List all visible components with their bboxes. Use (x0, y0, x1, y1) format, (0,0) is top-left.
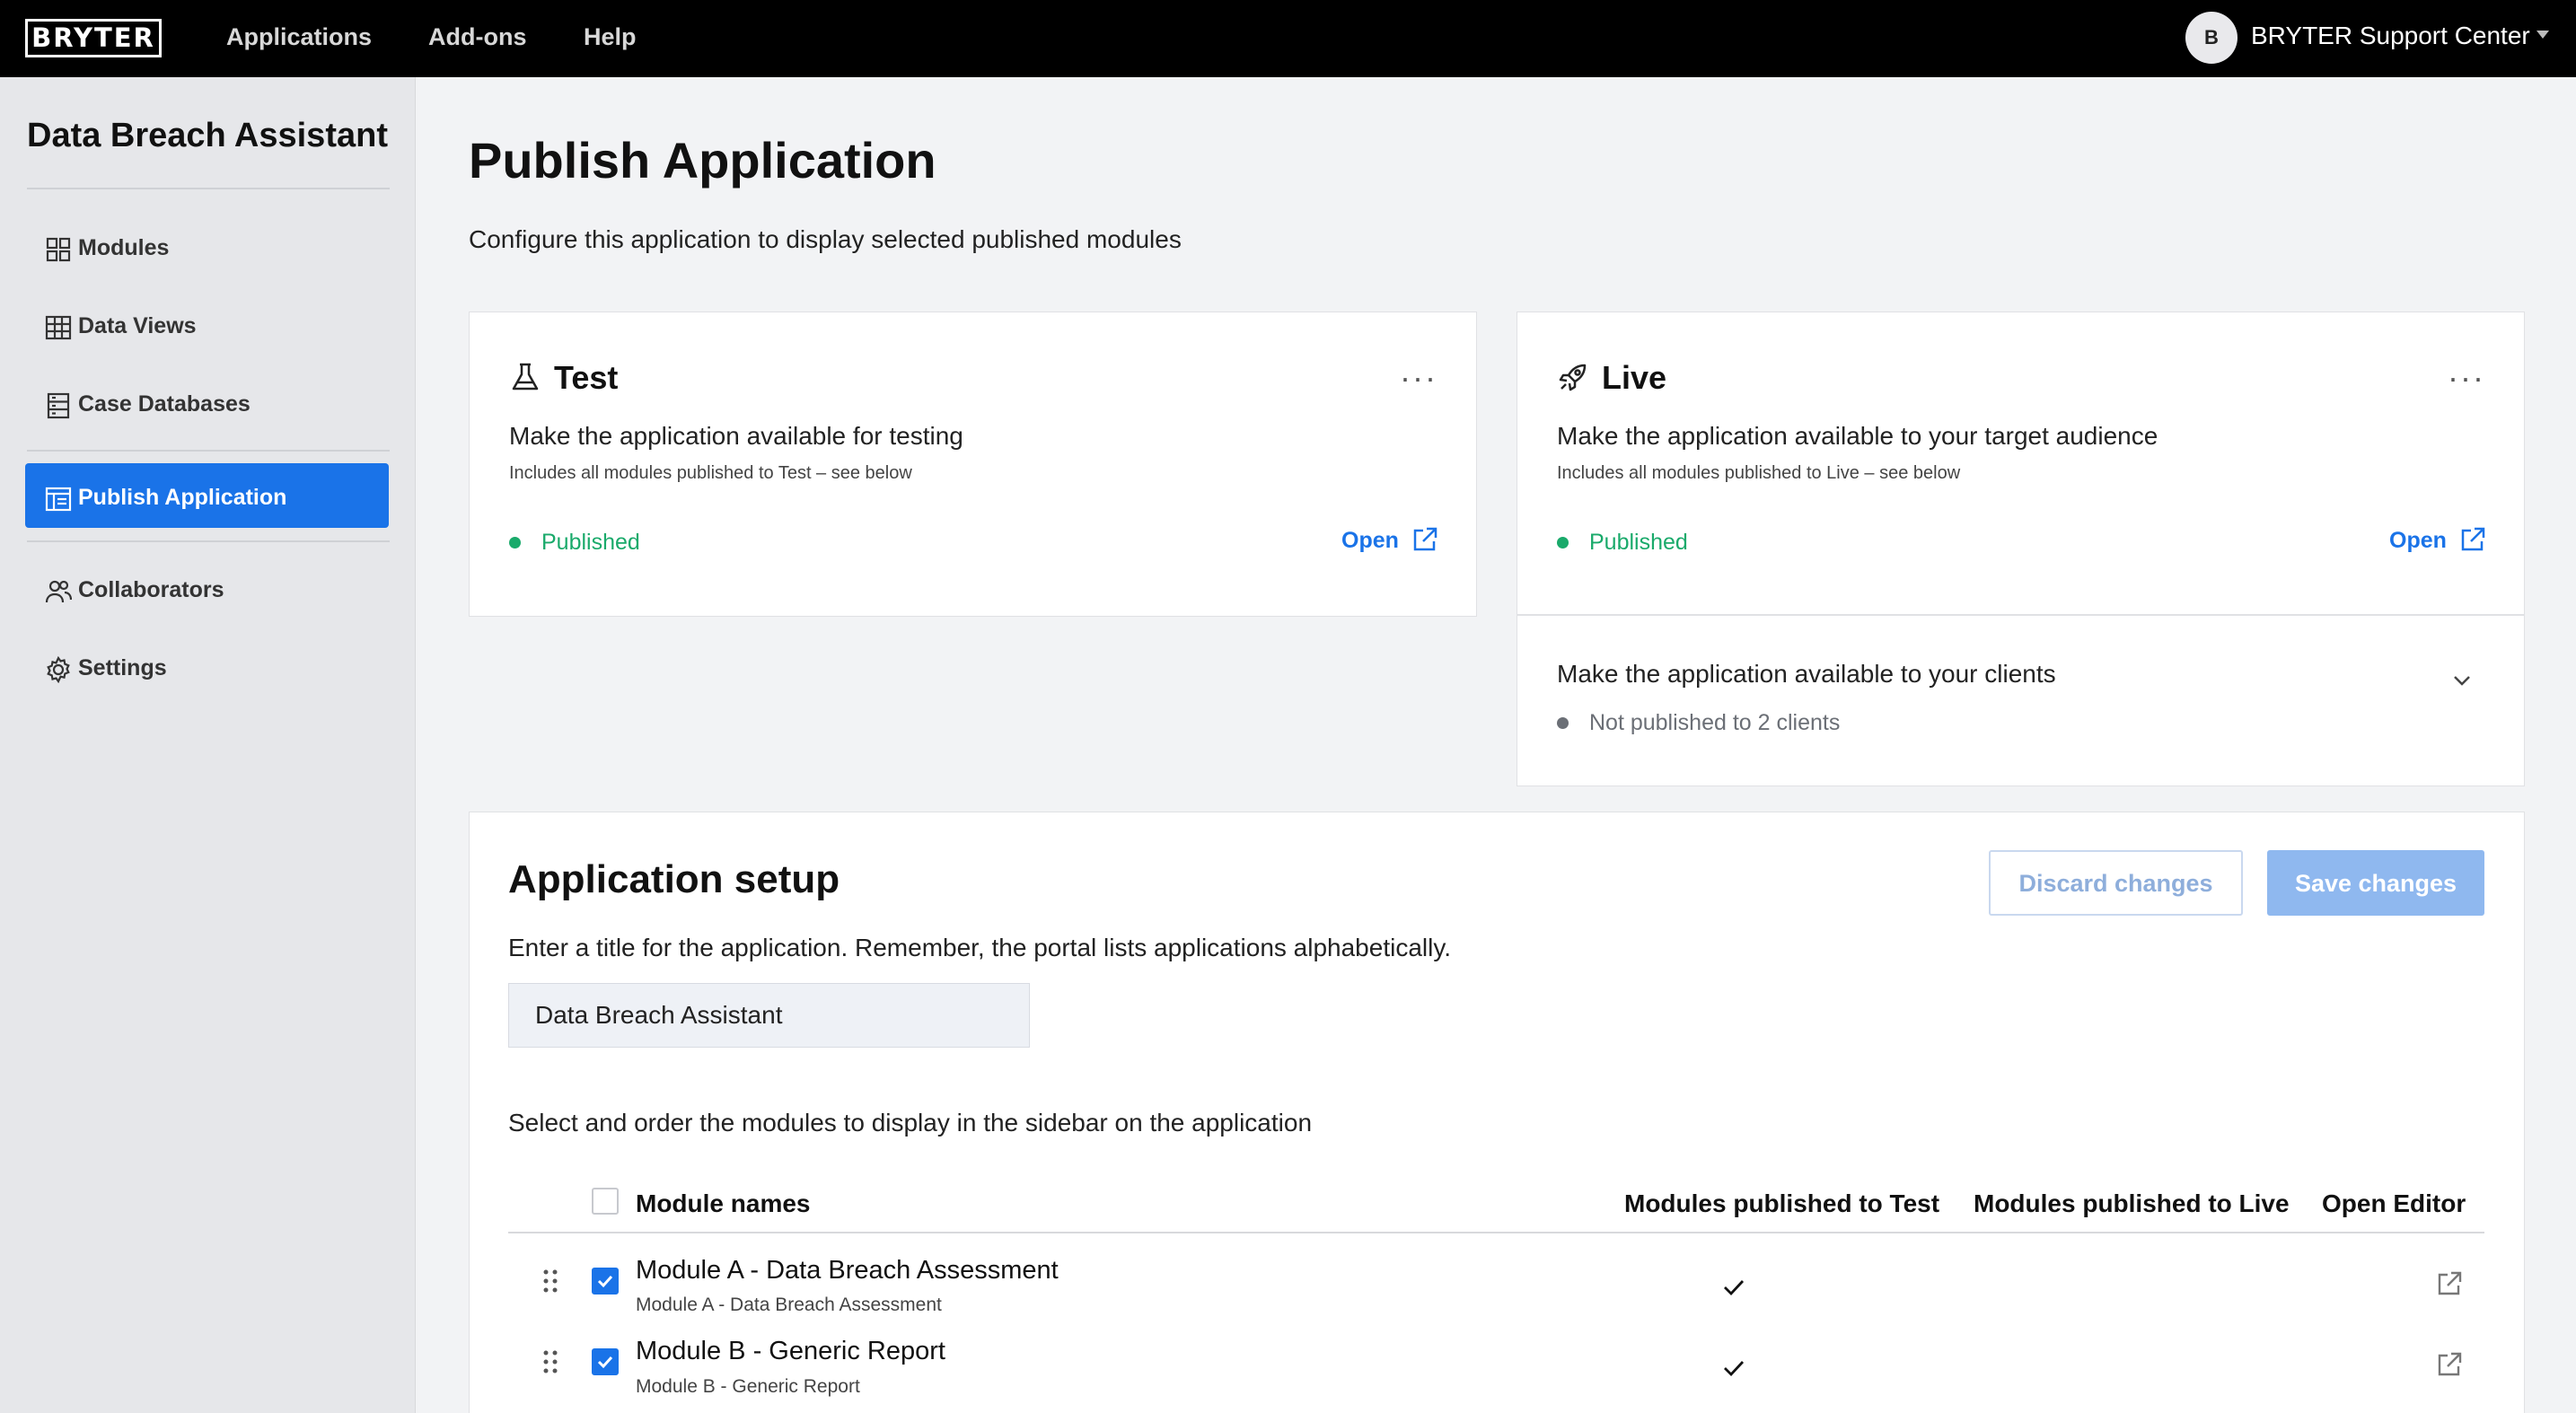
live-card: Live ··· Make the application available … (1517, 312, 2525, 786)
column-header-module-names: Module names (636, 1189, 811, 1217)
bryter-logo[interactable]: BRYTER (25, 19, 162, 57)
sidebar-item-label: Case Databases (78, 391, 251, 417)
table-icon (45, 314, 72, 341)
sidebar-item-label: Publish Application (78, 485, 287, 510)
nav-help[interactable]: Help (584, 23, 637, 51)
chevron-down-icon[interactable] (2449, 668, 2475, 693)
external-link-icon[interactable] (1411, 526, 1438, 553)
support-center-menu[interactable]: BRYTER Support Center (2251, 22, 2530, 50)
sidebar-divider (27, 540, 390, 542)
title-prompt: Enter a title for the application. Remem… (508, 934, 1452, 961)
drag-handle-icon[interactable] (542, 1268, 558, 1294)
caret-down-icon[interactable] (2536, 31, 2549, 39)
sidebar-divider (27, 188, 390, 189)
more-options-icon[interactable]: ··· (1400, 362, 1437, 394)
save-changes-button[interactable]: Save changes (2267, 850, 2484, 916)
setup-title: Application setup (508, 857, 840, 901)
sidebar-item-collaborators[interactable]: Collaborators (25, 556, 389, 620)
module-name[interactable]: Module A - Data Breach Assessment (636, 1256, 1059, 1286)
live-card-note: Includes all modules published to Live –… (1557, 463, 1961, 483)
clients-title[interactable]: Make the application available to your c… (1557, 660, 2056, 689)
module-checkbox[interactable] (592, 1348, 619, 1375)
flask-icon (509, 361, 541, 393)
module-subtitle: Module A - Data Breach Assessment (636, 1295, 942, 1315)
database-icon (45, 392, 72, 419)
published-test-check-icon (1720, 1274, 1747, 1301)
test-card: Test ··· Make the application available … (469, 312, 1477, 617)
live-open-link[interactable]: Open (2389, 528, 2447, 554)
status-dot (509, 537, 521, 549)
module-name[interactable]: Module B - Generic Report (636, 1337, 945, 1366)
sidebar-item-settings[interactable]: Settings (25, 634, 389, 698)
modules-icon (45, 236, 72, 263)
live-card-description: Make the application available to your t… (1557, 422, 2158, 450)
clients-status: Not published to 2 clients (1589, 710, 1841, 735)
sidebar-app-title: Data Breach Assistant (27, 117, 388, 154)
more-options-icon[interactable]: ··· (2448, 362, 2485, 394)
status-dot (1557, 537, 1569, 549)
rocket-icon (1557, 361, 1589, 393)
published-test-check-icon (1720, 1355, 1747, 1382)
open-editor-icon[interactable] (2436, 1270, 2463, 1297)
sidebar-item-label: Settings (78, 655, 167, 680)
page-title: Publish Application (469, 132, 936, 189)
application-title-input[interactable]: Data Breach Assistant (508, 983, 1030, 1048)
sidebar-item-data-views[interactable]: Data Views (25, 292, 389, 356)
sidebar-divider (27, 450, 390, 452)
sidebar-item-label: Collaborators (78, 577, 224, 602)
sidebar-item-modules[interactable]: Modules (25, 214, 389, 278)
live-card-title: Live (1602, 359, 1667, 396)
test-card-description: Make the application available for testi… (509, 422, 963, 450)
avatar[interactable]: B (2185, 12, 2238, 64)
test-card-note: Includes all modules published to Test –… (509, 463, 912, 483)
external-link-icon[interactable] (2459, 526, 2486, 553)
discard-changes-button[interactable]: Discard changes (1989, 850, 2243, 916)
modules-prompt: Select and order the modules to display … (508, 1109, 1313, 1137)
top-bar: BRYTER Applications Add-ons Help B BRYTE… (0, 0, 2576, 77)
gear-icon (45, 655, 72, 684)
card-divider (1517, 614, 2524, 616)
sidebar-item-publish-application[interactable]: Publish Application (25, 463, 389, 528)
nav-applications[interactable]: Applications (226, 23, 372, 51)
test-open-link[interactable]: Open (1341, 528, 1399, 554)
select-all-checkbox[interactable] (592, 1188, 619, 1215)
status-badge: Published (1589, 530, 1688, 555)
table-header-divider (508, 1232, 2484, 1233)
column-header-published-test: Modules published to Test (1624, 1189, 1940, 1217)
module-checkbox[interactable] (592, 1268, 619, 1295)
sidebar-item-case-databases[interactable]: Case Databases (25, 370, 389, 434)
sidebar-item-label: Data Views (78, 313, 197, 338)
column-header-published-live: Modules published to Live (1974, 1189, 2290, 1217)
module-subtitle: Module B - Generic Report (636, 1376, 860, 1397)
column-header-open-editor: Open Editor (2322, 1189, 2466, 1217)
nav-add-ons[interactable]: Add-ons (428, 23, 526, 51)
application-setup-card: Application setup Discard changes Save c… (469, 812, 2525, 1413)
main-content: Publish Application Configure this appli… (416, 77, 2576, 1413)
page-subtitle: Configure this application to display se… (469, 225, 1182, 253)
open-editor-icon[interactable] (2436, 1351, 2463, 1378)
sidebar: Data Breach Assistant Modules Data Views… (0, 77, 416, 1413)
status-dot (1557, 717, 1569, 729)
drag-handle-icon[interactable] (542, 1349, 558, 1374)
status-badge: Published (541, 530, 640, 555)
sidebar-item-label: Modules (78, 235, 170, 260)
people-icon (45, 578, 73, 605)
publish-icon (45, 486, 72, 513)
test-card-title: Test (554, 359, 619, 396)
